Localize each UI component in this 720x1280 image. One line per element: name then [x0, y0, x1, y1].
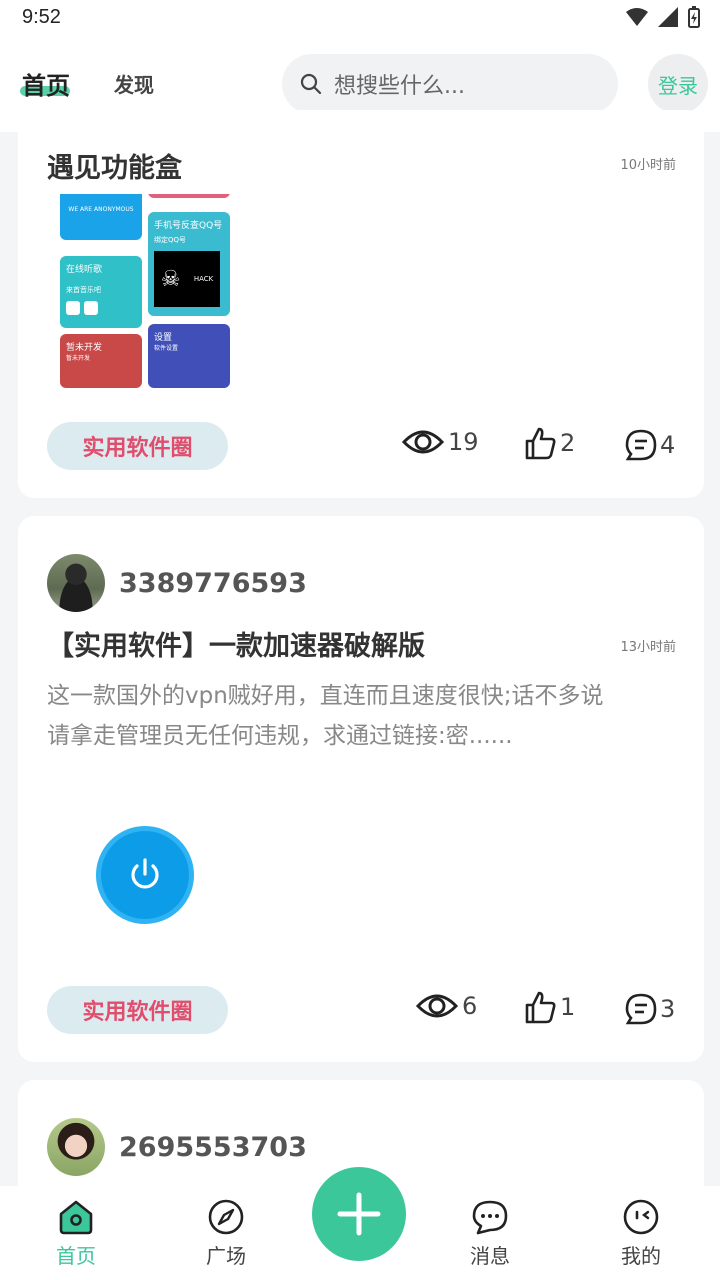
author-row[interactable]: 2695553703 — [47, 1118, 307, 1176]
tile-subtitle: 来首音乐吧 — [66, 286, 101, 294]
thumbs-up-icon — [525, 427, 556, 460]
hack-image: ☠ HACK — [154, 251, 220, 307]
status-icons — [626, 6, 700, 28]
tile-settings: 设置 软件设置 — [148, 324, 230, 388]
post-title[interactable]: 遇见功能盒 — [47, 146, 182, 185]
face-icon — [623, 1199, 659, 1235]
nav-me[interactable]: 我的 — [591, 1198, 691, 1269]
search-input[interactable]: 想搜些什么... — [282, 54, 618, 114]
post-card[interactable]: 3389776593 【实用软件】一款加速器破解版 13小时前 这一款国外的vp… — [18, 516, 704, 1062]
music-controls — [66, 301, 136, 315]
post-time: 13小时前 — [620, 640, 676, 655]
tile-title: 暂未开发 — [66, 343, 103, 353]
nav-square-label: 广场 — [206, 1244, 246, 1268]
author-name[interactable]: 2695553703 — [119, 1132, 307, 1163]
search-icon — [300, 73, 322, 95]
post-card[interactable]: 遇见功能盒 10小时前 WE ARE ANONYMOUS 手机号反查QQ号 绑定… — [18, 110, 704, 498]
tile-pink — [148, 194, 230, 198]
nav-me-label: 我的 — [621, 1244, 661, 1268]
like-count: 1 — [560, 993, 576, 1021]
tile-subtitle: 软件设置 — [154, 345, 179, 352]
tile-title: 手机号反查QQ号 — [154, 221, 223, 231]
excerpt-line: 请拿走管理员无任何违规，求通过链接:密...... — [47, 723, 513, 749]
post-excerpt[interactable]: 这一款国外的vpn贼好用，直连而且速度很快;话不多说 请拿走管理员无任何违规，求… — [47, 676, 677, 756]
post-image-power[interactable] — [96, 826, 194, 924]
next-icon — [84, 301, 98, 315]
add-post-button[interactable] — [312, 1167, 406, 1261]
post-title[interactable]: 【实用软件】一款加速器破解版 — [47, 624, 425, 663]
nav-home[interactable]: 首页 — [26, 1198, 126, 1269]
category-tag[interactable]: 实用软件圈 — [47, 422, 228, 470]
tile-qq-lookup: 手机号反查QQ号 绑定QQ号 ☠ HACK — [148, 212, 230, 316]
like-count: 2 — [560, 429, 576, 457]
avatar[interactable] — [47, 1118, 105, 1176]
signal-icon — [658, 7, 678, 27]
tile-subtitle: 绑定QQ号 — [154, 236, 187, 244]
excerpt-line: 这一款国外的vpn贼好用，直连而且速度很快;话不多说 — [47, 683, 604, 709]
tab-home[interactable]: 首页 — [22, 66, 70, 101]
power-icon — [131, 858, 159, 889]
tile-title: 设置 — [154, 333, 173, 343]
nav-square[interactable]: 广场 — [176, 1198, 276, 1269]
author-name[interactable]: 3389776593 — [119, 568, 307, 599]
category-tag[interactable]: 实用软件圈 — [47, 986, 228, 1034]
comment-count: 3 — [660, 995, 676, 1023]
view-count: 6 — [416, 990, 477, 1022]
chat-icon — [472, 1200, 508, 1235]
like-button[interactable]: 2 — [524, 426, 575, 460]
avatar[interactable] — [47, 554, 105, 612]
eye-icon — [416, 994, 458, 1018]
view-count: 19 — [402, 426, 479, 458]
play-icon — [66, 301, 80, 315]
post-thumbnail[interactable]: WE ARE ANONYMOUS 手机号反查QQ号 绑定QQ号 ☠ HACK 在… — [60, 194, 232, 394]
tile-anonymous: WE ARE ANONYMOUS — [60, 194, 142, 240]
wifi-icon — [626, 8, 648, 26]
comment-count: 4 — [660, 431, 676, 459]
skull-icon: ☠ — [160, 266, 181, 292]
view-count-value: 19 — [448, 428, 479, 456]
eye-icon — [402, 430, 444, 454]
plus-icon — [337, 1192, 381, 1236]
thumbs-up-icon — [525, 991, 556, 1024]
login-button[interactable]: 登录 — [648, 54, 708, 114]
battery-icon — [688, 6, 700, 28]
tile-undeveloped: 暂未开发 暂未开发 — [60, 334, 142, 388]
tab-discover-label: 发现 — [114, 73, 154, 97]
comment-button[interactable]: 3 — [624, 992, 675, 1026]
author-row[interactable]: 3389776593 — [47, 554, 307, 612]
tile-title: 在线听歌 — [66, 265, 103, 275]
view-count-value: 6 — [462, 992, 478, 1020]
comment-icon — [625, 429, 657, 461]
comment-icon — [625, 993, 657, 1025]
comment-button[interactable]: 4 — [624, 428, 675, 462]
nav-messages[interactable]: 消息 — [440, 1198, 540, 1269]
tab-home-label: 首页 — [22, 72, 70, 100]
tile-title: WE ARE ANONYMOUS — [68, 206, 134, 213]
compass-icon — [208, 1199, 244, 1235]
like-button[interactable]: 1 — [524, 990, 575, 1024]
tab-discover[interactable]: 发现 — [114, 69, 154, 98]
status-time: 9:52 — [22, 6, 61, 28]
search-placeholder: 想搜些什么... — [334, 74, 465, 99]
tile-hack-label: HACK — [193, 275, 214, 283]
post-time: 10小时前 — [620, 158, 676, 173]
tile-music: 在线听歌 来首音乐吧 — [60, 256, 142, 328]
nav-messages-label: 消息 — [470, 1244, 510, 1268]
home-icon — [59, 1200, 93, 1235]
tile-subtitle: 暂未开发 — [66, 355, 91, 362]
nav-home-label: 首页 — [56, 1244, 96, 1268]
status-bar: 9:52 — [0, 0, 720, 38]
